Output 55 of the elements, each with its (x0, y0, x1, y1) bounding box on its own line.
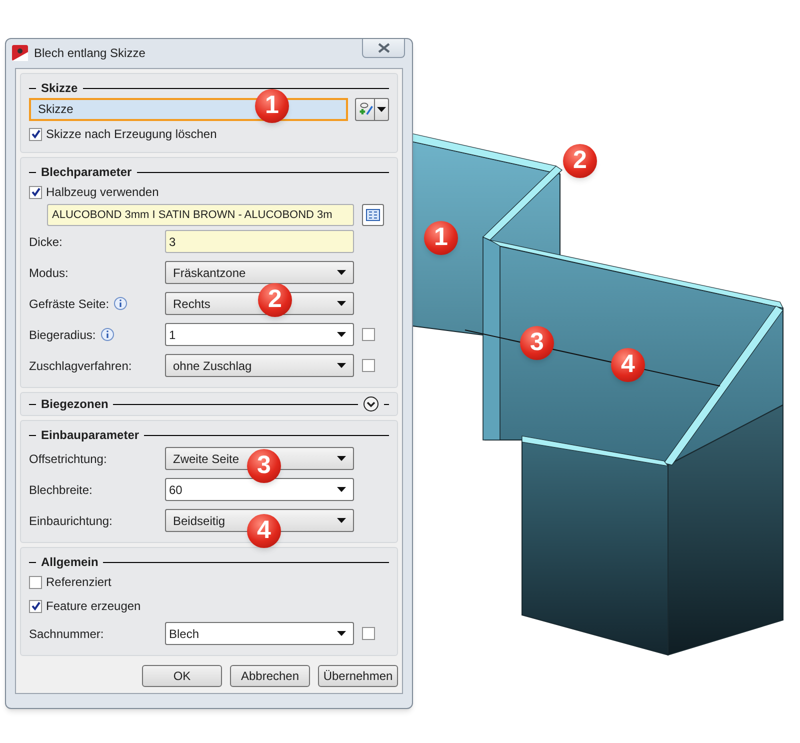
field-label: Einbaurichtung: (29, 512, 112, 530)
window-title: Blech entlang Skizze (34, 44, 146, 62)
close-icon (378, 43, 390, 53)
checkbox[interactable] (362, 359, 375, 372)
checkbox[interactable] (29, 186, 42, 198)
checkbox-label: Feature erzeugen (46, 598, 141, 615)
field-label: Zuschlagverfahren: (29, 358, 132, 374)
list-icon (366, 209, 380, 221)
checkbox[interactable] (29, 576, 42, 588)
dialog-button[interactable]: Übernehmen (318, 665, 398, 687)
close-button[interactable] (362, 39, 405, 58)
field-label: Blechbreite: (29, 482, 92, 498)
field-label: Modus: (29, 264, 68, 282)
caret-icon (337, 270, 346, 275)
caret-icon (337, 631, 346, 636)
section-title: Allgemein (41, 554, 98, 571)
section-title: Biegezonen (41, 396, 108, 413)
checkbox-label: Skizze nach Erzeugung löschen (46, 126, 217, 143)
combo-field[interactable]: 60 (165, 478, 354, 501)
checkbox-label: Halbzeug verwenden (46, 184, 159, 201)
thickness-field[interactable]: 3 (165, 230, 354, 253)
dialog-button[interactable]: Abbrechen (230, 665, 310, 687)
info-icon[interactable] (100, 328, 114, 341)
field-label: Offsetrichtung: (29, 450, 107, 468)
app-icon (12, 44, 28, 60)
catalog-button[interactable] (362, 204, 384, 226)
checkbox-label: Referenziert (46, 574, 112, 591)
checkbox[interactable] (29, 128, 42, 140)
caret-icon (337, 456, 346, 461)
checkbox[interactable] (362, 627, 375, 640)
caret-icon (337, 487, 346, 492)
dropdown[interactable]: Fräskantzone (165, 261, 354, 284)
material-field[interactable]: ALUCOBOND 3mm I SATIN BROWN - ALUCOBOND 3m (47, 204, 354, 226)
section-title: Skizze (41, 80, 78, 97)
section-title: Blechparameter (41, 164, 132, 181)
field-label: Dicke: (29, 234, 62, 250)
expand-icon[interactable] (363, 396, 379, 412)
field-label: Gefräste Seite: (29, 296, 110, 312)
section-title: Einbauparameter (41, 427, 140, 444)
caret-icon (377, 106, 386, 112)
checkbox[interactable] (29, 600, 42, 612)
callout-balloon: 2 (563, 144, 597, 178)
caret-icon (337, 332, 346, 337)
info-icon[interactable] (114, 297, 128, 310)
pick-icon (358, 101, 374, 117)
field-label: Biegeradius: (29, 326, 96, 344)
combo-field[interactable]: 1 (165, 323, 354, 346)
caret-icon (337, 363, 346, 368)
caret-icon (337, 518, 346, 523)
combo-field[interactable]: Blech (165, 622, 354, 645)
field-label: Sachnummer: (29, 626, 104, 642)
checkbox[interactable] (362, 328, 375, 341)
dropdown[interactable]: ohne Zuschlag (165, 354, 354, 377)
dialog-button[interactable]: OK (142, 665, 222, 687)
sketch-select-button[interactable] (355, 98, 389, 120)
